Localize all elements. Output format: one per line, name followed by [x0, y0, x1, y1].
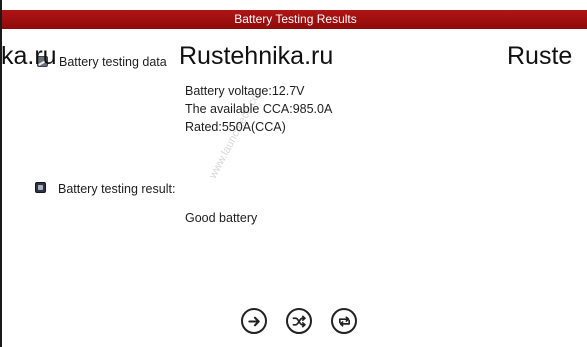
- available-cca-value: The available CCA:985.0A: [185, 102, 333, 116]
- shuffle-icon: [292, 315, 306, 327]
- window-title-bar: Battery Testing Results: [2, 10, 587, 29]
- repeat-button[interactable]: [331, 308, 357, 334]
- rated-cca-value: Rated:550A(CCA): [185, 120, 286, 134]
- app-window: Battery Testing Results www.launchtech.c…: [0, 0, 587, 347]
- repeat-icon: [338, 315, 350, 327]
- battery-testing-data-label: Battery testing data: [59, 55, 167, 69]
- watermark-center: Rustehnika.ru: [179, 42, 334, 70]
- battery-voltage-value: Battery voltage:12.7V: [185, 84, 305, 98]
- battery-result-value: Good battery: [185, 211, 258, 225]
- shuffle-button[interactable]: [286, 308, 312, 334]
- next-button[interactable]: [241, 308, 267, 334]
- watermark-left: ka.ru: [1, 42, 57, 70]
- window-title: Battery Testing Results: [234, 12, 357, 26]
- arrow-right-icon: [247, 316, 260, 326]
- battery-testing-result-label: Battery testing result:: [58, 182, 176, 196]
- battery-result-icon: [35, 182, 46, 193]
- watermark-right: Ruste: [507, 42, 573, 70]
